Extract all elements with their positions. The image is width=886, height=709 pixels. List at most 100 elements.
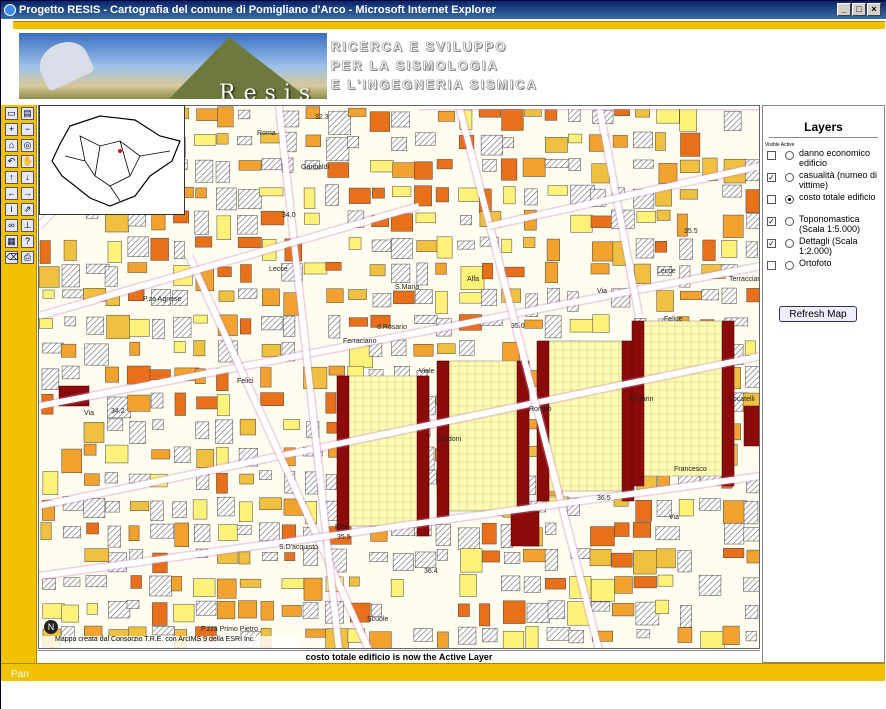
- building: [237, 236, 262, 248]
- layer-row: ✓ casualità (numeo di vittime): [763, 170, 884, 192]
- building: [236, 525, 252, 535]
- building: [105, 366, 119, 383]
- building: [568, 133, 583, 144]
- clear-selection-icon[interactable]: ⌫: [5, 251, 19, 264]
- zoom-out-icon[interactable]: −: [21, 123, 34, 136]
- building: [435, 187, 449, 203]
- toggle-overview-icon[interactable]: ▭: [5, 107, 18, 120]
- building: [435, 524, 451, 546]
- layer-active-radio[interactable]: [785, 217, 794, 226]
- zoom-previous-icon[interactable]: ↶: [5, 155, 18, 168]
- zoom-full-icon[interactable]: ⌂: [5, 139, 18, 152]
- layer-visible-checkbox[interactable]: ✓: [767, 217, 776, 226]
- layer-visible-checkbox[interactable]: ✓: [767, 239, 776, 248]
- layer-active-radio[interactable]: [785, 261, 794, 270]
- building: [261, 551, 278, 561]
- measure-icon[interactable]: ⊥: [21, 219, 34, 232]
- maximize-button[interactable]: □: [852, 3, 866, 16]
- building: [129, 318, 150, 337]
- building: [612, 135, 628, 148]
- building: [743, 577, 759, 592]
- building: [174, 522, 189, 547]
- building: [437, 111, 455, 122]
- toggle-legend-icon[interactable]: ▤: [21, 107, 34, 120]
- building: [569, 318, 594, 333]
- layer-active-radio[interactable]: [785, 173, 794, 182]
- building: [722, 625, 740, 646]
- building: [107, 241, 122, 263]
- layer-active-radio[interactable]: [785, 239, 794, 248]
- close-button[interactable]: ×: [867, 3, 881, 16]
- map-street-label: 35.0: [511, 323, 525, 330]
- identify-icon[interactable]: i: [5, 203, 18, 216]
- building: [217, 266, 232, 277]
- building: [592, 241, 614, 262]
- building: [393, 290, 415, 305]
- building: [236, 215, 258, 235]
- refresh-map-button[interactable]: Refresh Map: [779, 306, 857, 322]
- building: [369, 264, 386, 277]
- building: [240, 318, 252, 335]
- pan-down-icon[interactable]: ↓: [21, 171, 34, 184]
- hyperlink-icon[interactable]: ⇗: [21, 203, 34, 216]
- layer-active-radio[interactable]: [785, 195, 794, 204]
- layer-visible-checkbox[interactable]: ✓: [767, 173, 776, 182]
- pan-up-icon[interactable]: ↑: [5, 171, 18, 184]
- building: [547, 600, 565, 620]
- building: [128, 525, 140, 541]
- map-street-label: Francesco: [674, 466, 707, 473]
- minimize-button[interactable]: _: [837, 3, 851, 16]
- building: [84, 548, 109, 562]
- building: [614, 522, 630, 537]
- building: [174, 392, 186, 416]
- building: [195, 600, 217, 616]
- zoom-active-icon[interactable]: ◎: [21, 139, 34, 152]
- building: [457, 240, 475, 250]
- building: [523, 236, 536, 248]
- layer-visible-checkbox[interactable]: [767, 195, 776, 204]
- overview-map[interactable]: [39, 105, 185, 215]
- building: [238, 551, 251, 565]
- building: [325, 184, 339, 206]
- building: [86, 522, 99, 535]
- building: [261, 344, 281, 358]
- query-icon[interactable]: ?: [21, 235, 34, 248]
- building: [42, 471, 59, 495]
- building: [63, 526, 82, 539]
- layer-active-radio[interactable]: [785, 151, 794, 160]
- building: [216, 473, 228, 494]
- print-icon[interactable]: ⎙: [21, 251, 34, 264]
- building: [259, 522, 280, 542]
- building: [457, 603, 470, 617]
- building: [524, 319, 543, 329]
- layer-visible-checkbox[interactable]: [767, 261, 776, 270]
- building: [107, 525, 121, 548]
- building: [482, 627, 498, 643]
- building: [215, 161, 230, 183]
- building: [39, 266, 60, 288]
- building: [722, 214, 744, 238]
- select-rect-icon[interactable]: ▦: [5, 235, 18, 248]
- building: [723, 547, 745, 559]
- building: [391, 339, 407, 356]
- zoom-in-icon[interactable]: +: [5, 123, 18, 136]
- building: [41, 368, 60, 390]
- building: [503, 552, 521, 564]
- layer-visible-checkbox[interactable]: [767, 151, 776, 160]
- building: [656, 548, 676, 569]
- building: [328, 365, 345, 376]
- building: [238, 600, 258, 619]
- building: [414, 551, 437, 568]
- building: [392, 162, 415, 178]
- building: [40, 522, 52, 540]
- building: [679, 189, 698, 200]
- pan-left-icon[interactable]: ←: [5, 187, 18, 200]
- find-binoculars-icon[interactable]: ∞: [5, 219, 18, 232]
- building: [544, 578, 566, 590]
- tagline-line-3: E L'INGEGNERIA SISMICA: [331, 77, 538, 93]
- building: [239, 501, 253, 522]
- pan-right-icon[interactable]: →: [21, 187, 34, 200]
- building: [261, 288, 280, 306]
- layer-row: ✓ Toponomastica (Scala 1:5.000): [763, 214, 884, 236]
- pan-hand-icon[interactable]: ✋: [21, 155, 34, 168]
